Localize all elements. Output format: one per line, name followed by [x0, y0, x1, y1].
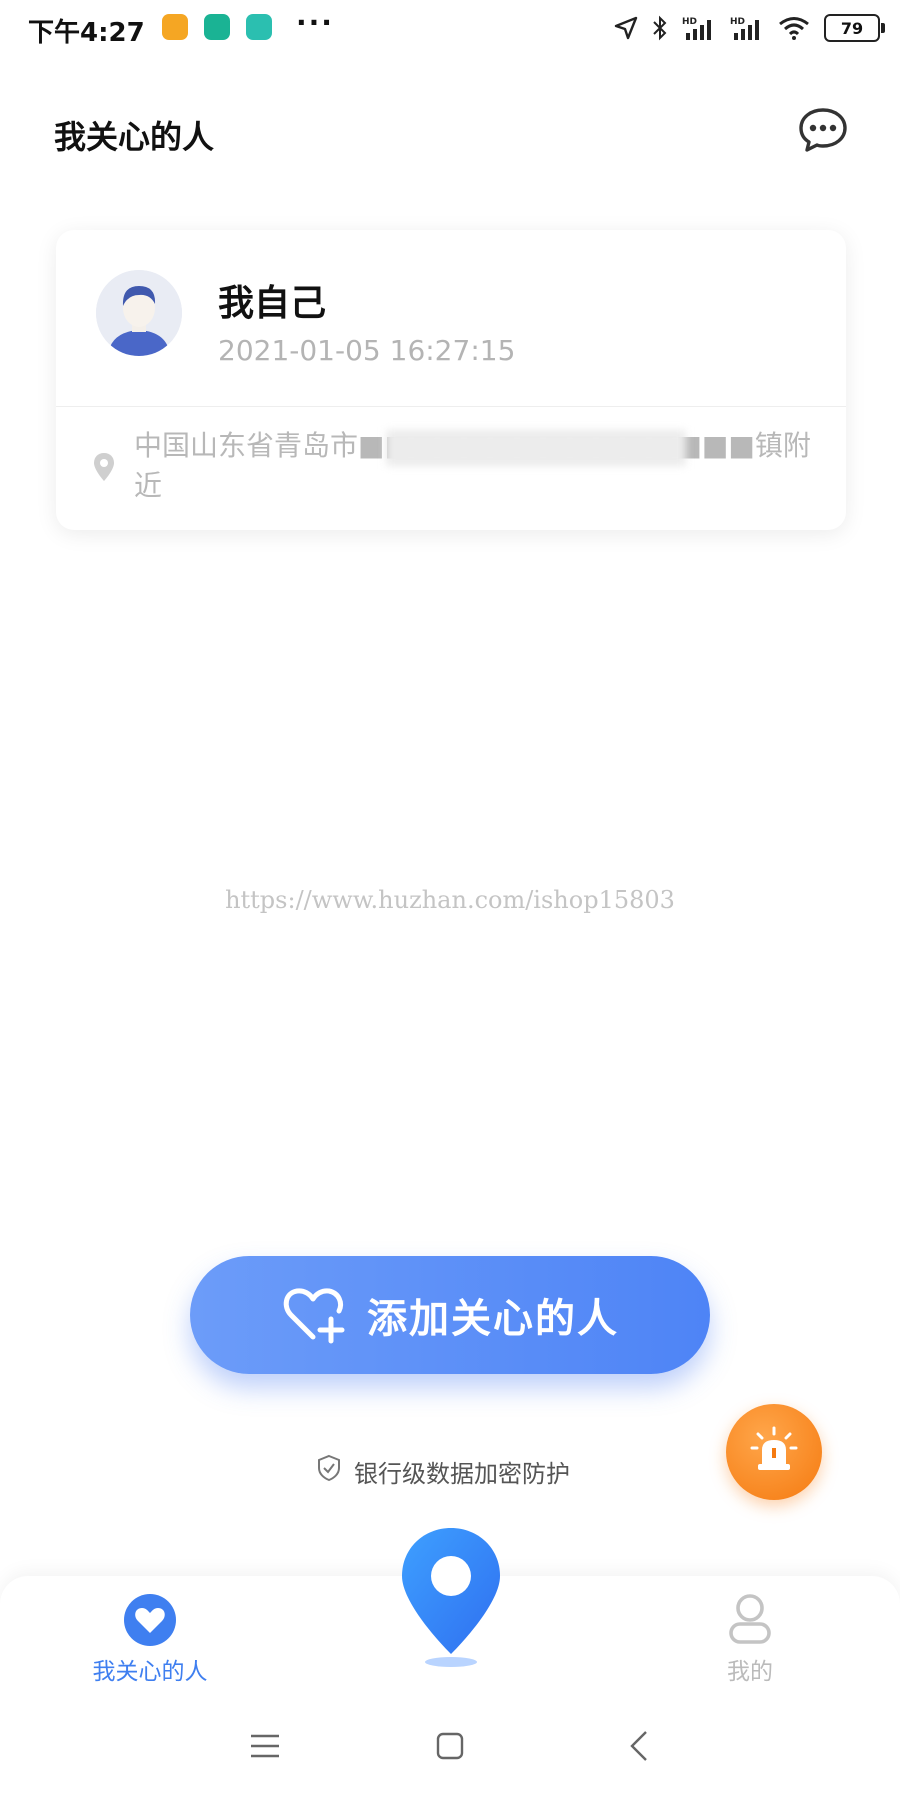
location-arrow-icon [614, 16, 638, 40]
heart-icon [124, 1594, 176, 1646]
battery-level: 79 [840, 18, 864, 38]
menu-icon[interactable] [245, 1726, 285, 1766]
wifi-icon [779, 17, 809, 40]
svg-text:HD: HD [682, 17, 697, 27]
system-navigation-bar [0, 1692, 900, 1800]
more-notifications-icon: ··· [296, 6, 334, 39]
status-indicators: HD HD 79 [614, 12, 885, 44]
bottom-navigation: 我关心的人 我的 [0, 1528, 900, 1692]
message-bubble-icon [799, 108, 847, 152]
avatar [96, 270, 182, 356]
alarm-siren-icon [750, 1426, 798, 1470]
svg-text:HD: HD [730, 17, 745, 27]
home-icon[interactable] [430, 1726, 470, 1766]
tab-my-care-label: 我关心的人 [92, 1659, 208, 1685]
signal-hd-icon-2: HD [730, 17, 759, 40]
add-person-label: 添加关心的人 [367, 1296, 619, 1342]
sos-alarm-button[interactable] [726, 1404, 822, 1500]
last-update-time: 2021-01-05 16:27:15 [218, 334, 516, 367]
redaction-block [386, 430, 686, 466]
add-person-button[interactable]: 添加关心的人 [190, 1256, 710, 1374]
shield-check-icon [318, 1454, 340, 1482]
security-note: 银行级数据加密防护 [354, 1460, 570, 1488]
location-pin-icon [402, 1528, 500, 1667]
tab-me-label: 我的 [727, 1659, 773, 1685]
battery-icon: 79 [824, 14, 885, 42]
page-title: 我关心的人 [54, 118, 215, 156]
heart-plus-icon [283, 1288, 345, 1344]
signal-hd-icon: HD [682, 17, 711, 40]
card-divider [56, 406, 846, 407]
tab-my-care[interactable]: 我关心的人 [80, 1594, 220, 1685]
user-avatar-icon [96, 270, 182, 356]
notification-app-icon-1 [162, 14, 188, 40]
tab-location[interactable] [398, 1524, 504, 1674]
notification-app-icon-3 [246, 14, 272, 40]
status-time: 下午4:27 [28, 18, 145, 48]
status-bar: 下午4:27 ··· HD HD 79 [0, 0, 900, 56]
back-icon[interactable] [620, 1726, 660, 1766]
tab-me[interactable]: 我的 [700, 1594, 800, 1685]
person-card[interactable]: 我自己 2021-01-05 16:27:15 中国山东省青岛市■■■■■ ■■■… [56, 230, 846, 530]
person-name: 我自己 [218, 283, 327, 324]
message-button[interactable] [797, 106, 849, 154]
map-pin-icon [94, 453, 114, 481]
bluetooth-icon [653, 15, 667, 41]
notification-app-icon-2 [204, 14, 230, 40]
user-icon [729, 1594, 771, 1644]
watermark-text: https://www.huzhan.com/ishop15803 [225, 886, 675, 914]
